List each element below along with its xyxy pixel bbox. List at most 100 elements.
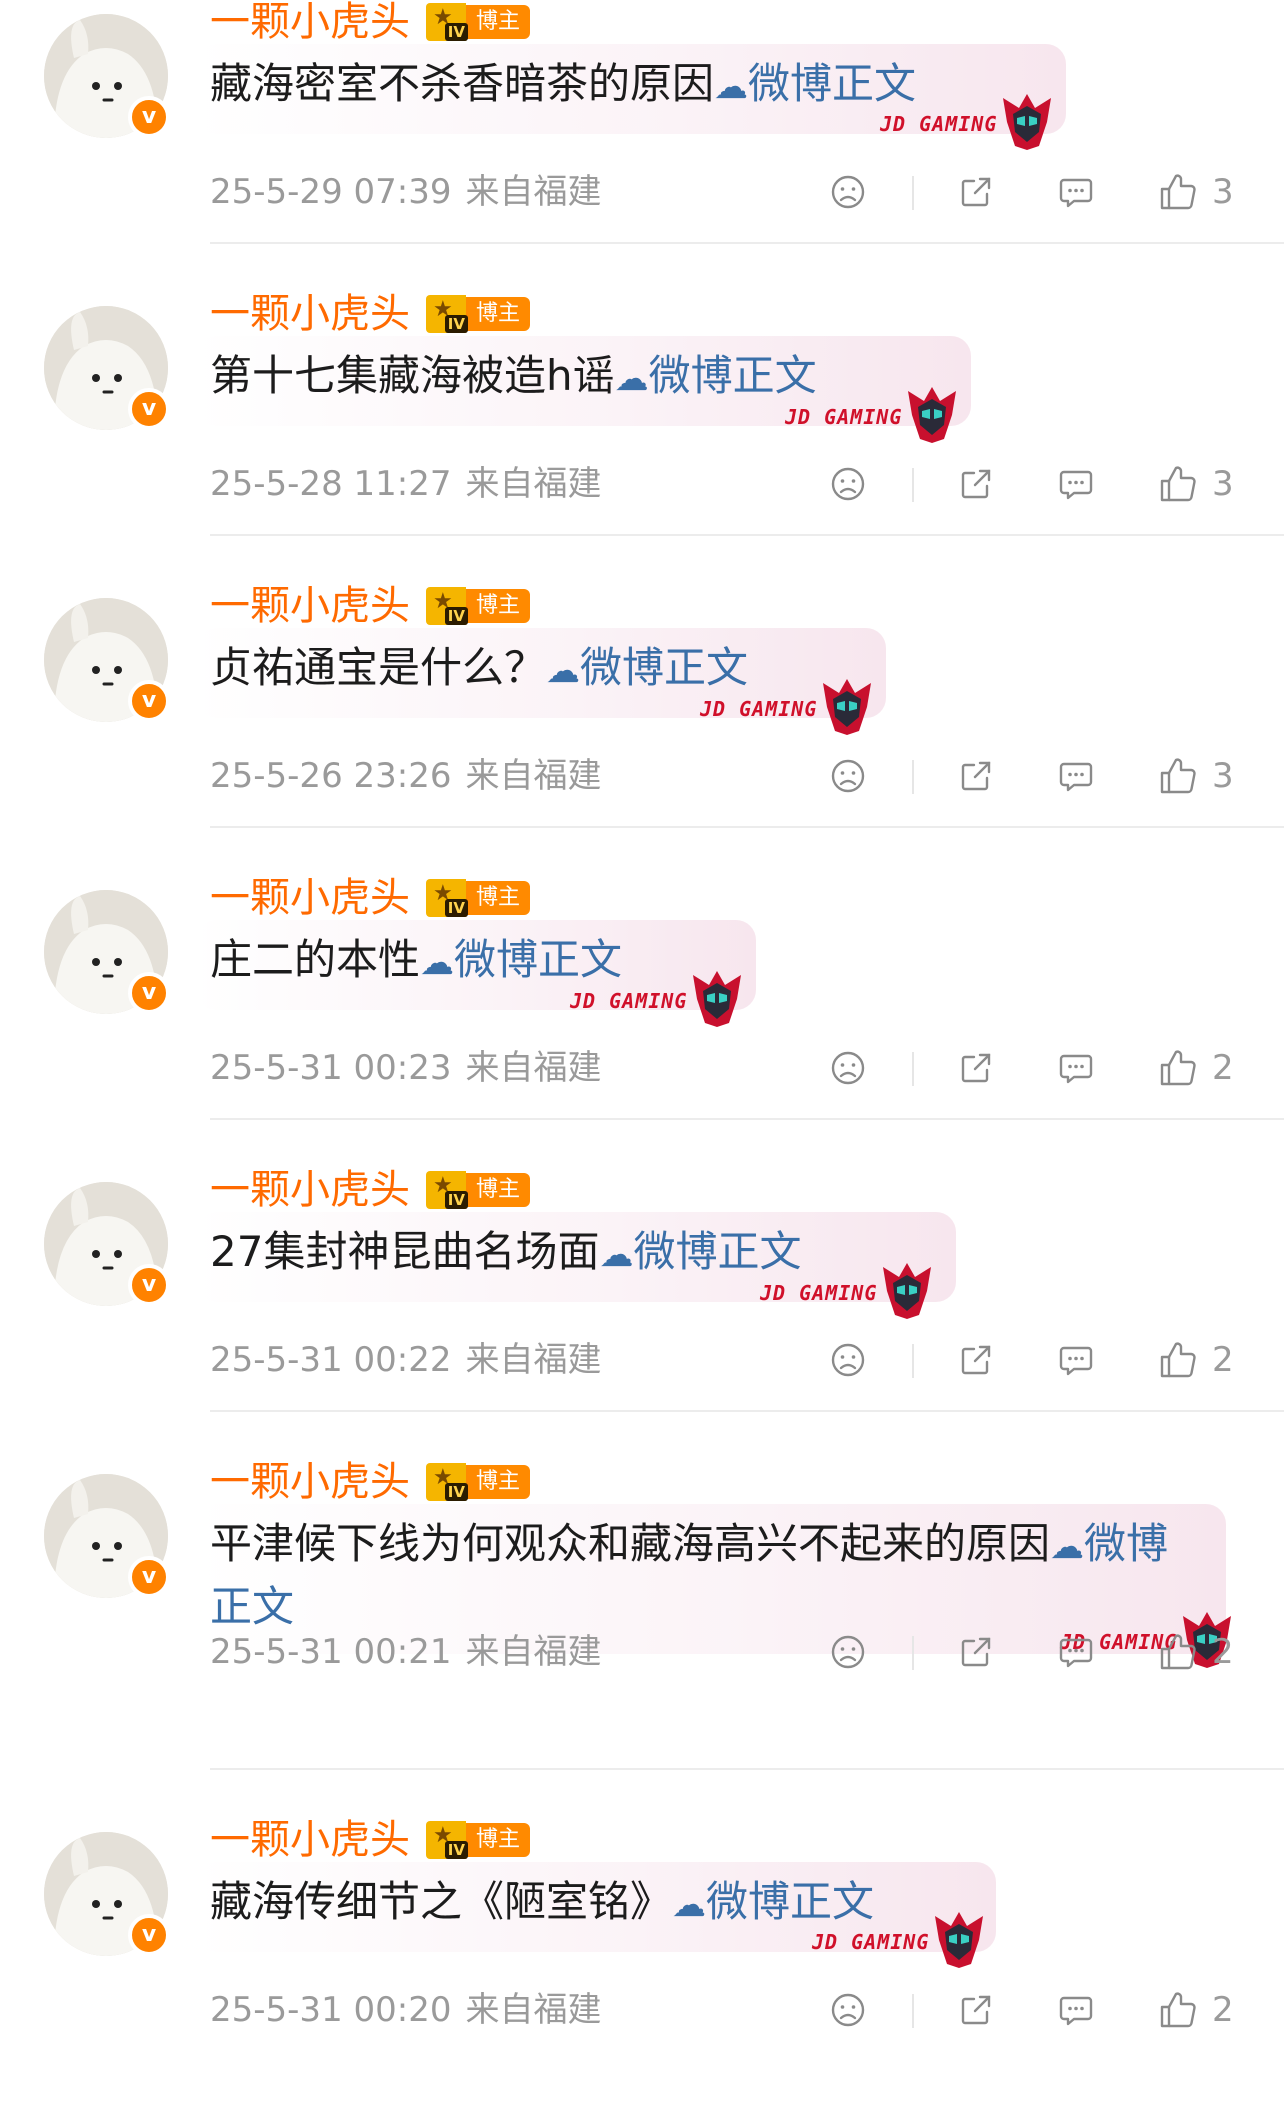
like-button[interactable]: 2 [1158,1044,1234,1092]
comment-body: 藏海传细节之《陋室铭》 [210,1877,673,1926]
reply-button[interactable] [1058,460,1094,508]
share-icon [958,1992,994,2028]
like-button[interactable]: 2 [1158,1336,1234,1384]
comment-divider [210,242,1284,244]
dislike-button[interactable] [830,168,866,216]
rank-badge: ★ IV 博主 [426,1463,531,1501]
username[interactable]: 一颗小虎头 [210,1816,410,1864]
share-button[interactable] [958,752,994,800]
action-separator [912,1344,914,1378]
share-button[interactable] [958,1336,994,1384]
verified-badge-icon: v [128,1556,170,1598]
crown-icon: ★ IV [426,295,468,333]
share-icon [958,1634,994,1670]
crown-icon: ★ IV [426,3,468,41]
share-button[interactable] [958,1044,994,1092]
username[interactable]: 一颗小虎头 [210,0,410,46]
share-icon [958,466,994,502]
dislike-button[interactable] [830,752,866,800]
rank-badge: ★ IV 博主 [426,879,531,917]
comment-body: 第十七集藏海被造h谣 [210,351,615,400]
reply-button[interactable] [1058,1986,1094,2034]
comment-divider [210,534,1284,536]
like-button[interactable]: 3 [1158,168,1234,216]
like-count: 3 [1212,172,1234,212]
level-label: IV [444,1841,468,1859]
comment-body: 27集封神昆曲名场面 [210,1227,600,1276]
jdgaming-decoration: JD GAMING [570,969,745,1033]
meta-info: 25-5-31 00:21 来自福建 [210,1632,602,1672]
thumbs-up-icon [1158,1632,1198,1672]
verified-badge-icon: v [128,96,170,138]
reply-button[interactable] [1058,752,1094,800]
cloud-link-icon: ☁ [599,1235,634,1275]
like-button[interactable]: 3 [1158,460,1234,508]
dislike-button[interactable] [830,1044,866,1092]
action-separator [912,176,914,210]
meta-info: 25-5-31 00:20 来自福建 [210,1990,602,2030]
share-icon [958,1342,994,1378]
username[interactable]: 一颗小虎头 [210,874,410,922]
like-button[interactable]: 3 [1158,752,1234,800]
rank-badge-label: 博主 [466,297,531,331]
reply-button[interactable] [1058,1044,1094,1092]
comment-divider [210,826,1284,828]
level-label: IV [444,607,468,625]
comment-bubble-icon [1058,174,1094,210]
comment-text: 庄二的本性☁微博正文 [210,930,622,993]
level-label: IV [444,1483,468,1501]
username-row: 一颗小虎头 ★ IV 博主 [210,874,531,922]
comment-feed: v 一颗小虎头 ★ IV 博主 藏海密室不杀香暗茶的原因☁微博正文 JD GAMING 25-… [0,0,1284,2085]
jdgaming-label: JD GAMING [700,697,818,721]
dislike-button[interactable] [830,460,866,508]
comment-bubble-icon [1058,1992,1094,2028]
username[interactable]: 一颗小虎头 [210,582,410,630]
thumbs-up-icon [1158,1048,1198,1088]
comment-body: 贞祐通宝是什么？ [210,643,547,692]
username[interactable]: 一颗小虎头 [210,290,410,338]
username[interactable]: 一颗小虎头 [210,1166,410,1214]
like-button[interactable]: 2 [1158,1986,1234,2034]
jdgaming-logo-icon [877,1261,935,1325]
rank-badge-label: 博主 [466,1465,531,1499]
action-separator [912,468,914,502]
rank-badge-label: 博主 [466,1823,531,1857]
cloud-link-icon: ☁ [420,943,455,983]
dislike-button[interactable] [830,1628,866,1676]
share-button[interactable] [958,168,994,216]
like-button[interactable]: 2 [1158,1628,1234,1676]
comment-text: 藏海密室不杀香暗茶的原因☁微博正文 [210,54,916,117]
share-button[interactable] [958,460,994,508]
username[interactable]: 一颗小虎头 [210,1458,410,1506]
username-row: 一颗小虎头 ★ IV 博主 [210,290,531,338]
thumbs-up-icon [1158,172,1198,212]
comment-text: 第十七集藏海被造h谣☁微博正文 [210,346,817,409]
username-row: 一颗小虎头 ★ IV 博主 [210,1458,531,1506]
thumbs-up-icon [1158,1990,1198,2030]
reply-button[interactable] [1058,168,1094,216]
sad-face-icon [830,466,866,502]
rank-badge-label: 博主 [466,5,531,39]
share-button[interactable] [958,1986,994,2034]
cloud-link-icon: ☁ [672,1885,707,1925]
like-count: 2 [1212,1048,1234,1088]
sad-face-icon [830,758,866,794]
share-button[interactable] [958,1628,994,1676]
source-location: 来自福建 [465,1340,602,1380]
jdgaming-decoration: JD GAMING [785,385,960,449]
timestamp: 25-5-31 00:20 [210,1990,452,2030]
sad-face-icon [830,1050,866,1086]
comment-item: v 一颗小虎头 ★ IV 博主 27集封神昆曲名场面☁微博正文 JD GAMING 25-5-… [0,1166,1284,1460]
verified-badge-icon: v [128,1264,170,1306]
dislike-button[interactable] [830,1336,866,1384]
jdgaming-logo-icon [817,677,875,741]
verified-badge-icon: v [128,972,170,1014]
jdgaming-decoration: JD GAMING [880,92,1055,156]
dislike-button[interactable] [830,1986,866,2034]
username-row: 一颗小虎头 ★ IV 博主 [210,1816,531,1864]
reply-button[interactable] [1058,1336,1094,1384]
level-label: IV [444,899,468,917]
jdgaming-label: JD GAMING [570,989,688,1013]
reply-button[interactable] [1058,1628,1094,1676]
timestamp: 25-5-31 00:22 [210,1340,452,1380]
